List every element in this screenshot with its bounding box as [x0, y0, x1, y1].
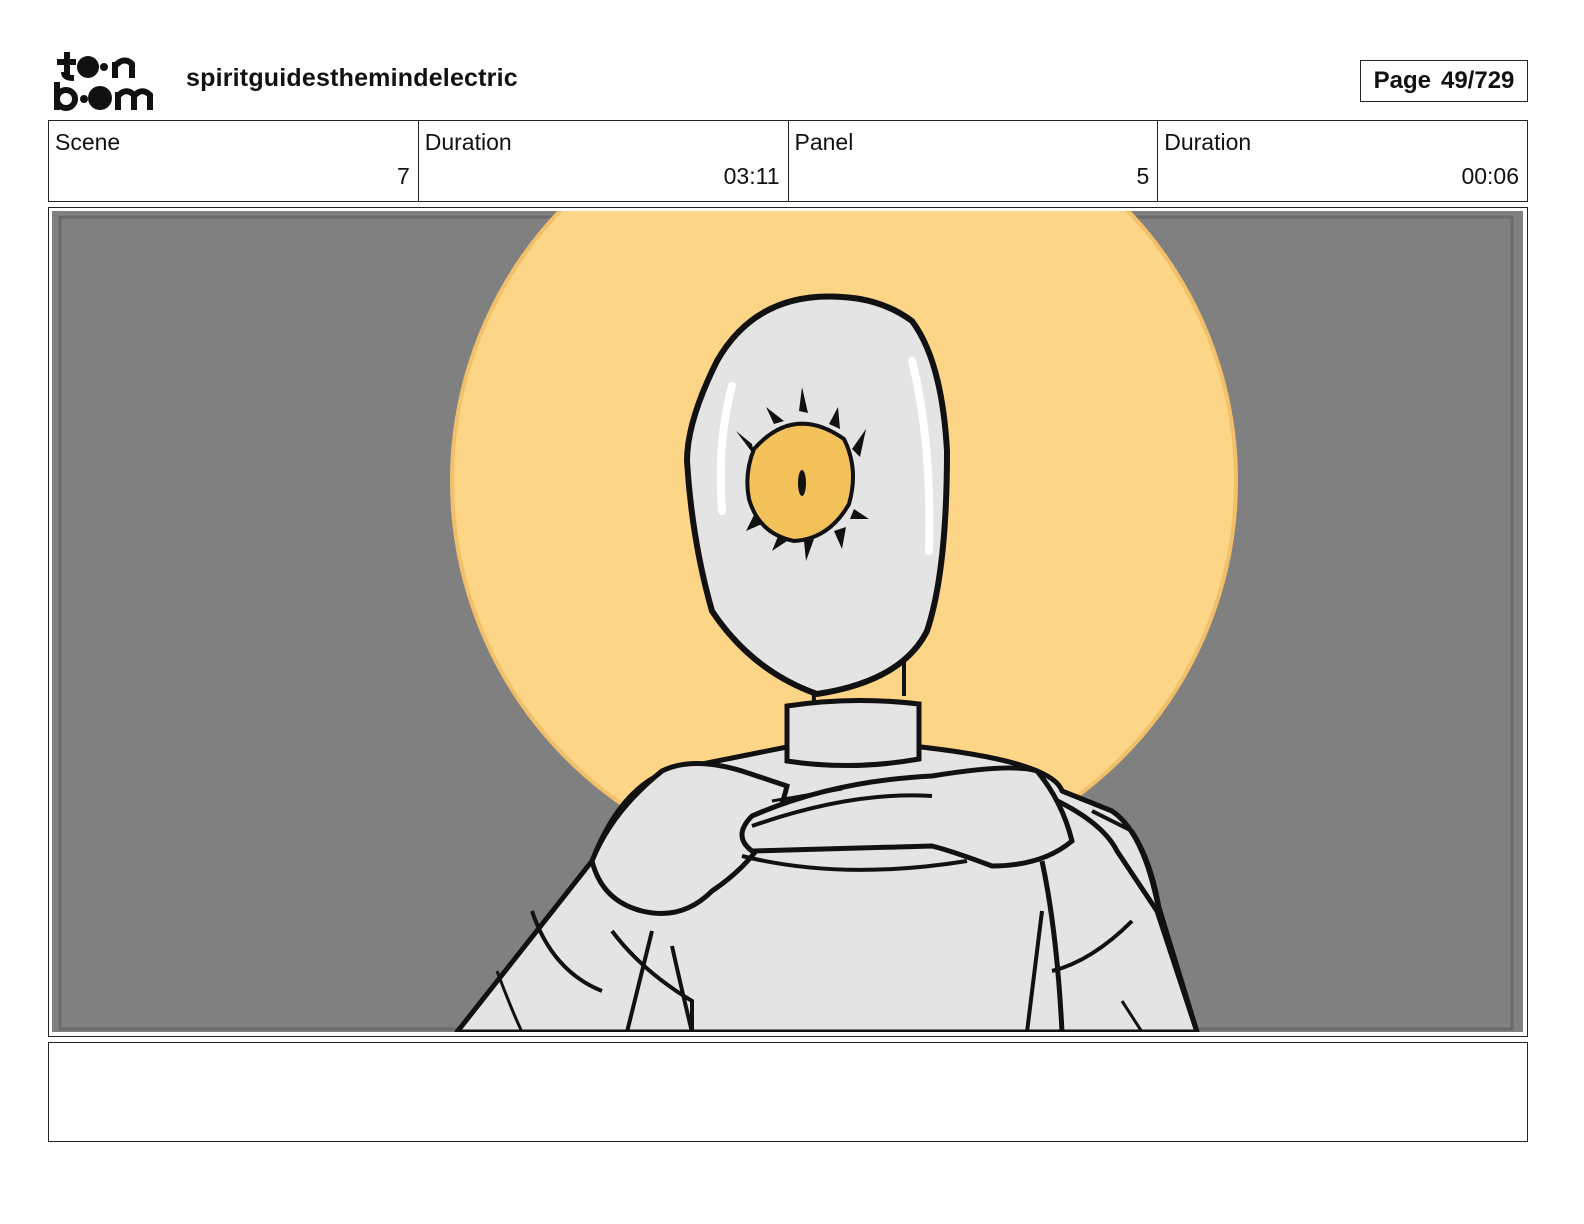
- neck: [784, 697, 922, 769]
- scene-duration-value: 03:11: [723, 163, 780, 189]
- panel-notes: [48, 1042, 1528, 1142]
- page-indicator: Page 49/729: [1360, 60, 1528, 102]
- scene-cell: Scene 7: [49, 121, 418, 201]
- panel-value: 5: [1136, 163, 1150, 189]
- scene-duration-label: Duration: [424, 129, 512, 155]
- storyboard-panel: [48, 207, 1528, 1037]
- panel-duration-label: Duration: [1164, 129, 1252, 155]
- scene-info-table: Scene 7 Duration 03:11 Panel 5 Duration …: [48, 120, 1528, 202]
- page-label: Page: [1373, 67, 1431, 94]
- panel-illustration: [52, 211, 1523, 1032]
- panel-label: Panel: [794, 129, 854, 155]
- panel-duration-cell: Duration 00:06: [1157, 121, 1527, 201]
- panel-cell: Panel 5: [787, 121, 1158, 201]
- scene-label: Scene: [55, 129, 121, 155]
- toonboom-logo-mark: [54, 52, 153, 111]
- project-name: spiritguidesthemindelectric: [186, 64, 518, 92]
- scene-value: 7: [396, 163, 410, 189]
- scene-duration-cell: Duration 03:11: [417, 121, 788, 201]
- page-number: 49/729: [1440, 67, 1515, 94]
- toonboom-logo: [52, 50, 164, 112]
- panel-duration-value: 00:06: [1461, 163, 1519, 189]
